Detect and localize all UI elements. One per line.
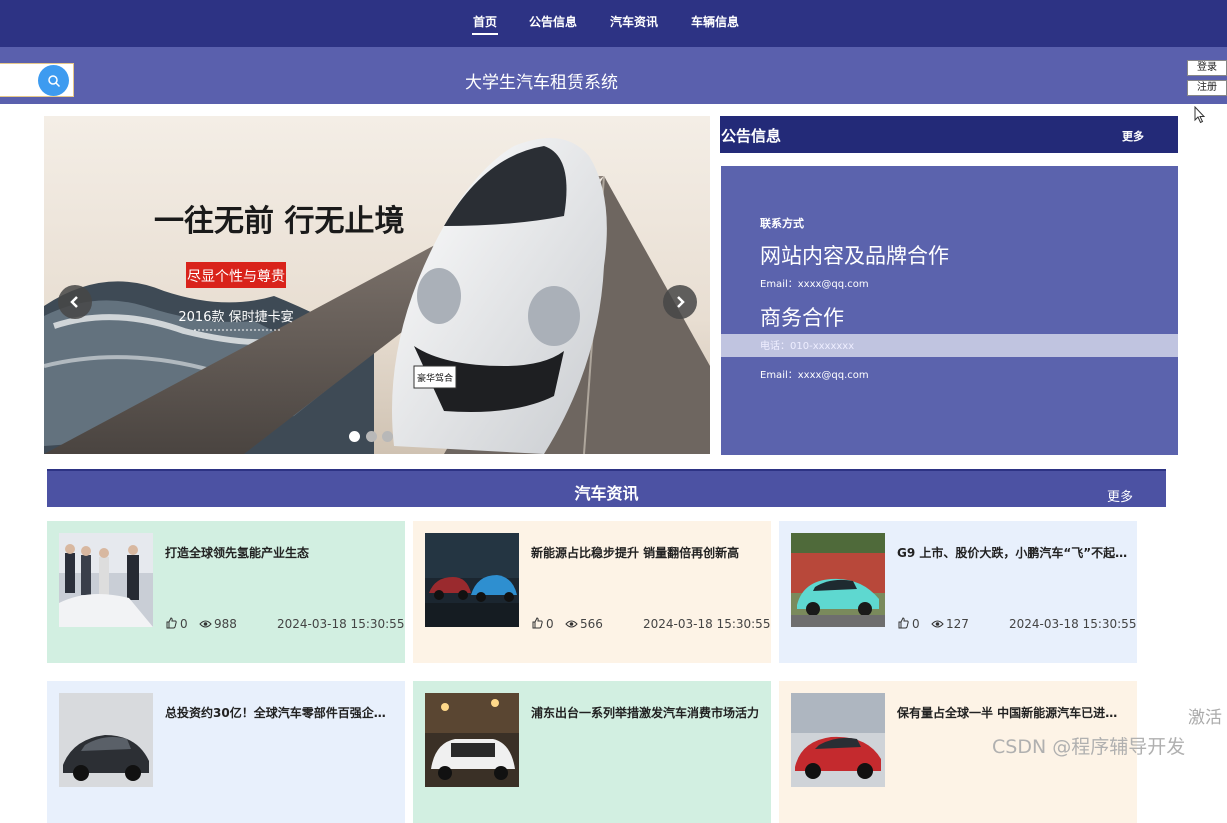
eye-icon <box>565 618 578 632</box>
news-title: 汽车资讯 <box>574 484 639 503</box>
thumbs-up-icon[interactable] <box>165 617 177 632</box>
news-card-title[interactable]: 总投资约30亿！全球汽车零部件百强企业落户 <box>165 704 397 721</box>
site-title: 大学生汽车租赁系统 <box>465 73 618 93</box>
os-activate-text: 激活 <box>1188 708 1222 728</box>
contact-label: 联系方式 <box>760 217 804 230</box>
thumbs-up-icon[interactable] <box>897 617 909 632</box>
carousel-badge: 尽显个性与尊贵 <box>187 268 285 285</box>
carousel-next-button[interactable] <box>663 285 697 319</box>
likes-count: 0 <box>546 617 554 631</box>
news-date: 2024-03-18 15:30:55 <box>643 617 771 631</box>
carousel-dot-3[interactable] <box>382 431 393 442</box>
news-thumbnail <box>791 693 885 787</box>
views-count: 566 <box>580 617 603 631</box>
contact-email-2: Email：xxxx@qq.com <box>760 370 869 381</box>
news-card-title[interactable]: 新能源占比稳步提升 销量翻倍再创新高 <box>531 544 763 561</box>
nav-car-news[interactable]: 汽车资讯 <box>609 13 659 35</box>
carousel-prev-button[interactable] <box>58 285 92 319</box>
carousel-slide-image: 豪华驾合 一往无前 行无止境 尽显个性与尊贵 2016款 保时捷卡宴 <box>44 116 710 454</box>
csdn-watermark: CSDN @程序辅导开发 <box>992 736 1186 758</box>
login-button[interactable]: 登录 <box>1187 60 1227 76</box>
carousel-dot-2[interactable] <box>366 431 377 442</box>
news-card-title[interactable]: 打造全球领先氢能产业生态 <box>165 544 397 561</box>
carousel-subtitle: 2016款 保时捷卡宴 <box>178 309 293 325</box>
eye-icon <box>931 618 944 632</box>
plate-text: 豪华驾合 <box>417 372 453 384</box>
news-more-link[interactable]: 更多 <box>1107 486 1133 505</box>
eye-icon <box>199 618 212 632</box>
news-card[interactable]: 总投资约30亿！全球汽车零部件百强企业落户 <box>47 681 405 823</box>
news-thumbnail <box>59 693 153 787</box>
nav-home[interactable]: 首页 <box>472 13 498 35</box>
news-card[interactable]: G9 上市、股价大跌，小鹏汽车“飞”不起来了 0 127 2024-03-18 … <box>779 521 1137 663</box>
news-card-title[interactable]: G9 上市、股价大跌，小鹏汽车“飞”不起来了 <box>897 544 1129 561</box>
thumbs-up-icon[interactable] <box>531 617 543 632</box>
news-thumbnail <box>791 533 885 627</box>
news-card-title[interactable]: 保有量占全球一半 中国新能源汽车已进入快车道 <box>897 704 1129 721</box>
carousel-slogan-main: 一往无前 行无止境 <box>154 204 404 239</box>
news-thumbnail <box>425 693 519 787</box>
nav-vehicle-info[interactable]: 车辆信息 <box>690 13 740 35</box>
news-card[interactable]: 浦东出台一系列举措激发汽车消费市场活力 <box>413 681 771 823</box>
chevron-right-icon <box>677 296 685 308</box>
contact-heading-business: 商务合作 <box>760 306 844 330</box>
news-thumbnail <box>425 533 519 627</box>
news-card[interactable]: 打造全球领先氢能产业生态 0 988 2024-03-18 15:30:55 <box>47 521 405 663</box>
notice-title: 公告信息 <box>721 127 782 145</box>
carousel[interactable]: 豪华驾合 一往无前 行无止境 尽显个性与尊贵 2016款 保时捷卡宴 <box>44 116 710 454</box>
likes-count: 0 <box>912 617 920 631</box>
news-card-title[interactable]: 浦东出台一系列举措激发汽车消费市场活力 <box>531 704 763 721</box>
news-date: 2024-03-18 15:30:55 <box>1009 617 1137 631</box>
notice-header <box>720 116 1178 153</box>
mouse-cursor-icon <box>1194 106 1206 124</box>
top-nav: 首页 公告信息 汽车资讯 车辆信息 <box>0 0 1227 47</box>
contact-phone: 电话：010-xxxxxxx <box>760 341 855 352</box>
views-count: 127 <box>946 617 969 631</box>
nav-notice[interactable]: 公告信息 <box>528 13 578 35</box>
contact-heading-brand: 网站内容及品牌合作 <box>760 244 949 268</box>
news-date: 2024-03-18 15:30:55 <box>277 617 405 631</box>
notice-more-link[interactable]: 更多 <box>1122 128 1144 144</box>
contact-email-1: Email：xxxx@qq.com <box>760 279 869 290</box>
register-button[interactable]: 注册 <box>1187 80 1227 96</box>
carousel-dot-1[interactable] <box>349 431 360 442</box>
chevron-left-icon <box>70 296 78 308</box>
news-thumbnail <box>59 533 153 627</box>
views-count: 988 <box>214 617 237 631</box>
news-card[interactable]: 新能源占比稳步提升 销量翻倍再创新高 0 566 2024-03-18 15:3… <box>413 521 771 663</box>
likes-count: 0 <box>180 617 188 631</box>
